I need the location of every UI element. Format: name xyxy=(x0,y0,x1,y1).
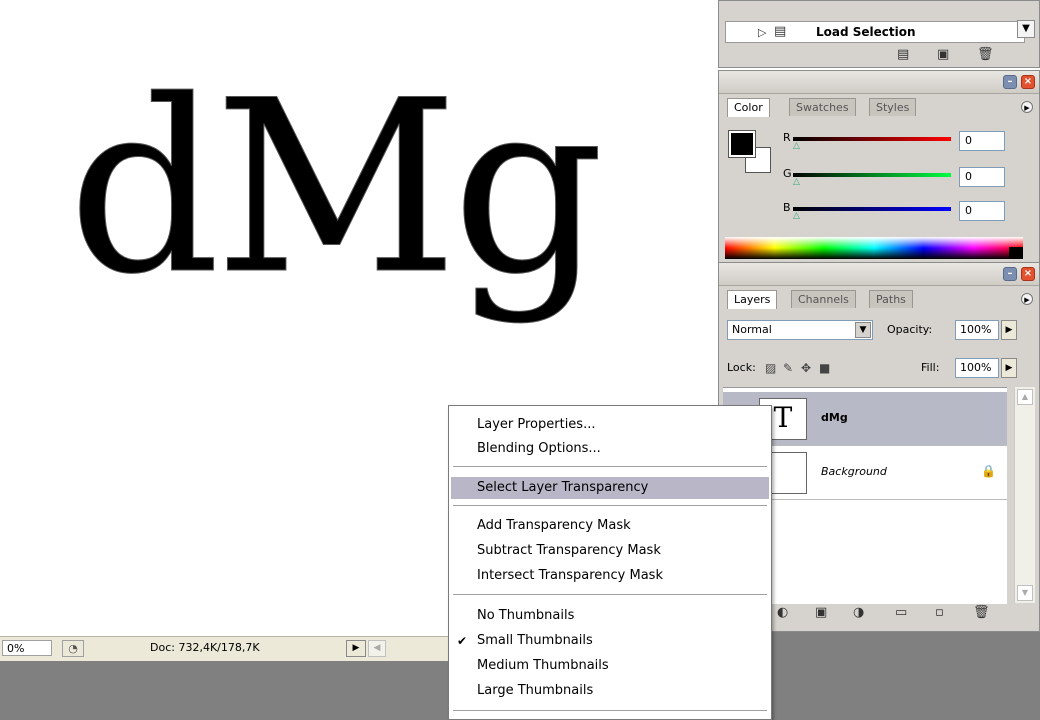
tab-swatches[interactable]: Swatches xyxy=(789,98,856,116)
action-label: Load Selection xyxy=(816,25,916,39)
r-value-field[interactable]: 0 xyxy=(959,131,1005,151)
close-icon[interactable]: × xyxy=(1021,75,1035,89)
spectrum-gradient-overlay xyxy=(725,237,1023,259)
opacity-field[interactable]: 100% xyxy=(955,320,999,340)
document-size: Doc: 732,4K/178,7K xyxy=(150,641,260,654)
actions-panel: ▷ ▤ Load Selection ▼ ▤ ▣ 🗑 xyxy=(718,0,1040,68)
b-slider[interactable] xyxy=(793,207,951,211)
color-panel-titlebar[interactable]: – × xyxy=(719,71,1039,94)
r-label: R xyxy=(783,131,791,144)
layer-name: dMg xyxy=(821,411,848,424)
g-slider[interactable] xyxy=(793,173,951,177)
g-label: G xyxy=(783,167,792,180)
color-panel: – × Color Swatches Styles ▶ R △ 0 G △ 0 … xyxy=(718,70,1040,266)
color-spectrum-bar[interactable] xyxy=(725,237,1023,259)
new-group-icon[interactable]: ▭ xyxy=(895,605,907,620)
scroll-down-icon[interactable]: ▼ xyxy=(1017,585,1033,601)
menu-item-intersect-transparency-mask[interactable]: Intersect Transparency Mask xyxy=(451,565,769,587)
chevron-down-icon[interactable]: ▼ xyxy=(1017,20,1035,38)
canvas-text-layer[interactable]: dMg xyxy=(67,69,604,308)
action-icon: ▤ xyxy=(774,24,787,39)
chevron-down-icon[interactable]: ▼ xyxy=(855,322,871,338)
menu-item-small-thumbnails[interactable]: ✔ Small Thumbnails xyxy=(451,630,769,652)
menu-item-no-thumbnails[interactable]: No Thumbnails xyxy=(451,605,769,627)
lock-move-icon[interactable]: ✥ xyxy=(801,361,811,375)
layers-panel-titlebar[interactable]: – × xyxy=(719,263,1039,286)
layer-mask-icon[interactable]: ▣ xyxy=(815,605,827,620)
action-row[interactable]: ▷ ▤ Load Selection xyxy=(725,21,1025,43)
new-action-icon[interactable]: ▣ xyxy=(937,47,949,62)
menu-item-add-transparency-mask[interactable]: Add Transparency Mask xyxy=(451,515,769,537)
menu-separator xyxy=(453,710,767,712)
layers-panel-tabs: Layers Channels Paths ▶ xyxy=(719,286,1039,309)
fill-field[interactable]: 100% xyxy=(955,358,999,378)
trash-icon[interactable]: 🗑 xyxy=(973,605,990,620)
menu-item-select-layer-transparency[interactable]: Select Layer Transparency xyxy=(451,477,769,499)
blend-mode-value: Normal xyxy=(732,323,772,336)
status-menu-arrow-icon[interactable]: ▶ xyxy=(346,640,366,657)
lock-all-icon[interactable]: ■ xyxy=(819,361,830,375)
black-swatch[interactable] xyxy=(1009,247,1023,259)
minimize-icon[interactable]: – xyxy=(1003,75,1017,89)
menu-item-blending-options[interactable]: Blending Options... xyxy=(451,438,769,460)
lock-label: Lock: xyxy=(727,361,756,374)
blend-mode-select[interactable]: Normal ▼ xyxy=(727,320,873,340)
r-slider[interactable] xyxy=(793,137,951,141)
menu-item-subtract-transparency-mask[interactable]: Subtract Transparency Mask xyxy=(451,540,769,562)
opacity-slider-arrow-icon[interactable]: ▶ xyxy=(1001,320,1017,340)
color-panel-tabs: Color Swatches Styles ▶ xyxy=(719,94,1039,117)
lock-brush-icon[interactable]: ✎ xyxy=(783,361,793,375)
trash-icon[interactable]: 🗑 xyxy=(977,47,994,62)
zoom-field[interactable]: 0% xyxy=(2,640,52,656)
new-set-icon[interactable]: ▤ xyxy=(897,47,909,62)
tab-layers[interactable]: Layers xyxy=(727,290,778,309)
new-layer-icon[interactable]: ▫ xyxy=(935,605,944,620)
scroll-up-icon[interactable]: ▲ xyxy=(1017,389,1033,405)
menu-separator xyxy=(453,466,767,468)
menu-item-medium-thumbnails[interactable]: Medium Thumbnails xyxy=(451,655,769,677)
menu-separator xyxy=(453,505,767,507)
g-slider-thumb[interactable]: △ xyxy=(793,177,800,187)
foreground-color-swatch[interactable] xyxy=(728,130,756,158)
panel-menu-icon[interactable]: ▶ xyxy=(1021,101,1033,113)
menu-item-large-thumbnails[interactable]: Large Thumbnails xyxy=(451,680,769,702)
layer-name: Background xyxy=(821,465,887,478)
adjustment-layer-icon[interactable]: ◐ xyxy=(777,605,788,620)
tab-color[interactable]: Color xyxy=(727,98,770,117)
checkmark-icon: ✔ xyxy=(457,634,468,648)
b-slider-thumb[interactable]: △ xyxy=(793,211,800,221)
panel-menu-icon[interactable]: ▶ xyxy=(1021,293,1033,305)
menu-separator xyxy=(453,594,767,596)
layers-scrollbar[interactable]: ▲ ▼ xyxy=(1014,387,1035,603)
lock-icon: 🔒 xyxy=(981,464,996,478)
fill-slider-arrow-icon[interactable]: ▶ xyxy=(1001,358,1017,378)
menu-item-label: Small Thumbnails xyxy=(477,633,593,648)
expand-triangle-icon[interactable]: ▷ xyxy=(758,26,766,39)
b-label: B xyxy=(783,201,791,214)
g-value-field[interactable]: 0 xyxy=(959,167,1005,187)
fill-label: Fill: xyxy=(921,361,940,374)
navigator-icon[interactable]: ◔ xyxy=(62,640,84,657)
close-icon[interactable]: × xyxy=(1021,267,1035,281)
r-slider-thumb[interactable]: △ xyxy=(793,141,800,151)
layer-context-menu: Layer Properties... Blending Options... … xyxy=(448,405,772,720)
lock-transparency-icon[interactable]: ▨ xyxy=(765,361,776,375)
minimize-icon[interactable]: – xyxy=(1003,267,1017,281)
scroll-left-icon[interactable]: ◀ xyxy=(368,640,386,657)
tab-channels[interactable]: Channels xyxy=(791,290,856,308)
menu-item-layer-properties[interactable]: Layer Properties... xyxy=(451,414,769,436)
b-value-field[interactable]: 0 xyxy=(959,201,1005,221)
tab-styles[interactable]: Styles xyxy=(869,98,917,116)
new-fill-layer-icon[interactable]: ◑ xyxy=(853,605,864,620)
tab-paths[interactable]: Paths xyxy=(869,290,913,308)
opacity-label: Opacity: xyxy=(887,323,933,336)
